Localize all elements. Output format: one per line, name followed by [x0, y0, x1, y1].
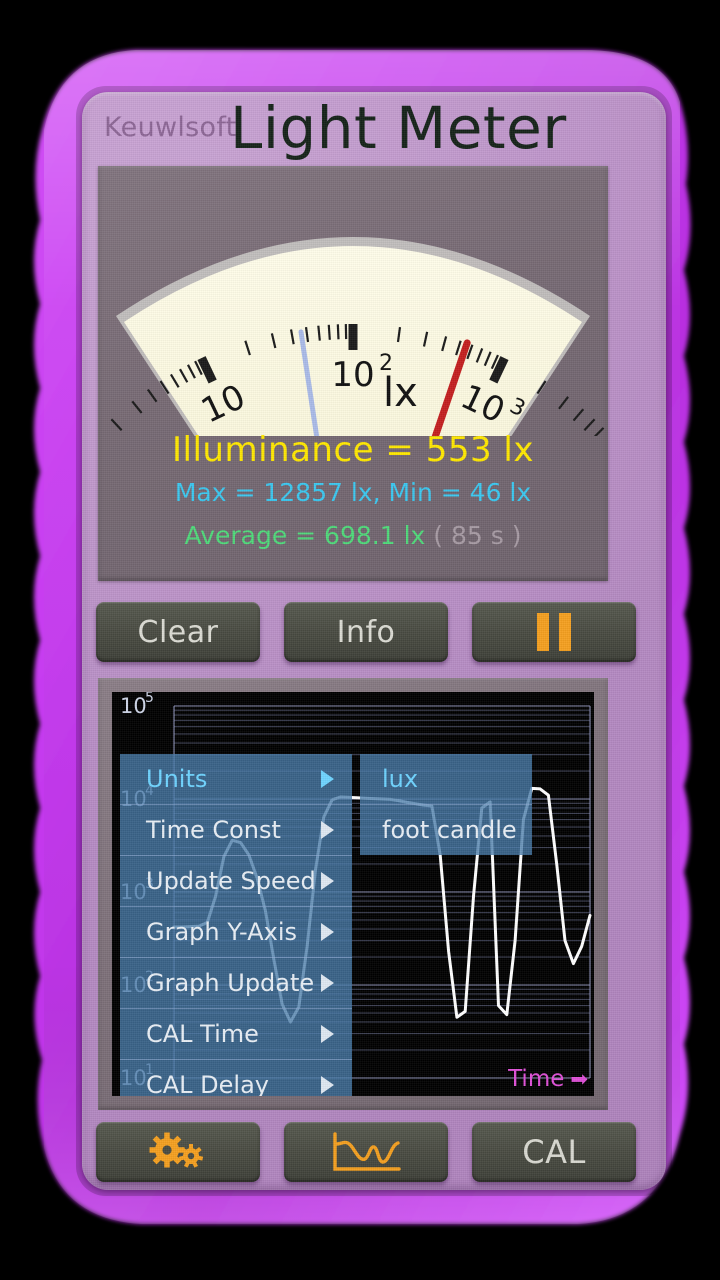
chevron-right-icon [321, 770, 334, 788]
chevron-right-icon [321, 1076, 334, 1094]
menu-item-label: CAL Time [146, 1020, 259, 1048]
meter-unit-label: lx [383, 370, 418, 416]
brand-label: Keuwlsoft [104, 112, 237, 143]
submenu-item-foot-candle[interactable]: foot candle [360, 805, 532, 855]
menu-item-label: Update Speed [146, 867, 316, 895]
menu-item-units[interactable]: Units [120, 754, 352, 805]
app-root: Keuwlsoft Light Meter 10 10 2 10 3 lx Il… [0, 0, 720, 1280]
svg-text:5: 5 [145, 692, 154, 706]
average-duration: ( 85 s ) [433, 521, 522, 550]
graph-icon [333, 1132, 401, 1171]
control-button-row: Clear Info [82, 602, 666, 662]
gears-icon [149, 1132, 204, 1168]
menu-item-label: lux [382, 765, 419, 793]
minmax-readout: Max = 12857 lx, Min = 46 lx [174, 478, 532, 507]
graph-button[interactable] [284, 1122, 448, 1182]
menu-item-cal-time[interactable]: CAL Time [120, 1009, 352, 1060]
menu-item-label: Units [146, 765, 208, 793]
info-button-label: Info [336, 614, 396, 650]
device-panel: Keuwlsoft Light Meter 10 10 2 10 3 lx Il… [82, 92, 666, 1190]
menu-item-update-speed[interactable]: Update Speed [120, 856, 352, 907]
time-arrow-icon: ➡ [570, 1066, 588, 1091]
cal-button[interactable]: CAL [472, 1122, 636, 1182]
average-value: Average = 698.1 lx [184, 521, 426, 550]
cal-button-label: CAL [522, 1133, 586, 1171]
chevron-right-icon [321, 821, 334, 839]
menu-item-label: foot candle [382, 816, 517, 844]
chevron-right-icon [321, 1025, 334, 1043]
chevron-right-icon [321, 923, 334, 941]
menu-item-time-const[interactable]: Time Const [120, 805, 352, 856]
average-readout: Average = 698.1 lx ( 85 s ) [98, 521, 608, 550]
pause-button[interactable] [472, 602, 636, 662]
chevron-right-icon [321, 974, 334, 992]
graph-y-label: 105 [120, 692, 154, 718]
menu-item-label: Graph Y-Axis [146, 918, 297, 946]
graph-panel: 101102103104105 Time ➡ UnitsTime ConstUp… [98, 678, 608, 1110]
menu-item-graph-y-axis[interactable]: Graph Y-Axis [120, 907, 352, 958]
svg-text:10: 10 [120, 694, 147, 718]
svg-text:10: 10 [331, 355, 374, 395]
page-title: Light Meter [230, 94, 567, 162]
submenu-item-lux[interactable]: lux [360, 754, 532, 805]
clear-button[interactable]: Clear [96, 602, 260, 662]
settings-button[interactable] [96, 1122, 260, 1182]
time-label-text: Time [508, 1066, 565, 1092]
menu-item-label: Graph Update [146, 969, 315, 997]
menu-item-cal-delay[interactable]: CAL Delay [120, 1060, 352, 1096]
clear-button-label: Clear [137, 614, 219, 650]
units-submenu[interactable]: lux foot candle [360, 754, 532, 855]
menu-item-label: Time Const [146, 816, 281, 844]
meter-dial: 0.1110102103104105 lx [110, 237, 605, 436]
nav-button-row: CAL [82, 1122, 666, 1182]
menu-item-label: CAL Delay [146, 1071, 269, 1096]
device-case: Keuwlsoft Light Meter 10 10 2 10 3 lx Il… [16, 44, 704, 1234]
menu-item-graph-update[interactable]: Graph Update [120, 958, 352, 1009]
graph-canvas[interactable]: 101102103104105 Time ➡ UnitsTime ConstUp… [112, 692, 594, 1096]
pause-icon [537, 613, 571, 651]
illuminance-readout: Illuminance = 553 lx [172, 430, 534, 470]
info-button[interactable]: Info [284, 602, 448, 662]
analog-meter: 0.1110102103104105 lx Illuminance = 553 … [98, 166, 608, 581]
graph-x-axis-label: Time ➡ [508, 1066, 588, 1092]
settings-menu[interactable]: Units Time Const Update Speed Graph Y-Axis G… [120, 754, 352, 1096]
chevron-right-icon [321, 872, 334, 890]
